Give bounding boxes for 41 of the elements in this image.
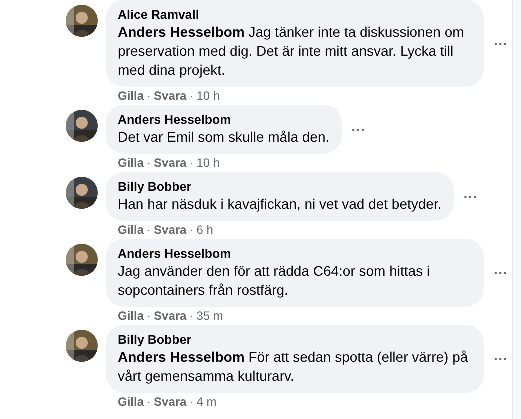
- comment-text: Han har näsduk i kavajfickan, ni vet vad det betyder.: [118, 195, 442, 214]
- reply-link[interactable]: Svara: [154, 156, 187, 171]
- reply-link[interactable]: Svara: [154, 89, 187, 104]
- more-options-button[interactable]: ···: [490, 36, 512, 52]
- separator: ·: [147, 395, 152, 410]
- separator: ·: [190, 395, 194, 410]
- separator: ·: [190, 156, 194, 171]
- reply-link[interactable]: Svara: [154, 309, 187, 324]
- more-options-button[interactable]: ···: [490, 265, 512, 281]
- more-options-button[interactable]: ···: [490, 351, 512, 367]
- separator: ·: [147, 156, 152, 171]
- comment-author[interactable]: Alice Ramvall: [118, 7, 472, 23]
- comment-author[interactable]: Billy Bobber: [118, 332, 472, 348]
- more-options-button[interactable]: ···: [460, 188, 482, 204]
- separator: ·: [190, 309, 194, 324]
- reply-link[interactable]: Svara: [154, 395, 187, 410]
- like-link[interactable]: Gilla: [118, 395, 144, 410]
- comment-author[interactable]: Anders Hesselbom: [118, 246, 472, 262]
- timestamp: 35 m: [196, 309, 224, 324]
- timestamp: 10 h: [196, 156, 220, 171]
- reply-link[interactable]: Svara: [154, 223, 187, 238]
- separator: ·: [190, 89, 194, 104]
- timestamp: 6 h: [196, 223, 214, 238]
- like-link[interactable]: Gilla: [118, 309, 144, 324]
- like-link[interactable]: Gilla: [118, 223, 144, 238]
- comment-text: Det var Emil som skulle måla den.: [118, 128, 330, 147]
- comment-text: Anders Hesselbom Jag tänker inte ta diskussionen om preservation med dig. Det är inte mitt ansvar. Lycka till med dina projekt.: [118, 23, 466, 80]
- comment-author[interactable]: Billy Bobber: [118, 179, 442, 195]
- comment-author[interactable]: Anders Hesselbom: [118, 112, 330, 128]
- separator: ·: [190, 223, 194, 238]
- more-options-button[interactable]: ···: [348, 122, 370, 138]
- separator: ·: [147, 223, 152, 238]
- comment-text: Jag använder den för att rädda C64:or som hittas i sopcontainers från rostfärg.: [118, 262, 432, 300]
- like-link[interactable]: Gilla: [118, 89, 144, 104]
- timestamp: 4 m: [196, 395, 217, 410]
- comment-text: Anders Hesselbom För att sedan spotta (eller värre) på vårt gemensamma kulturarv.: [118, 348, 470, 386]
- separator: ·: [147, 309, 152, 324]
- scrollbar-track[interactable]: [512, 0, 521, 419]
- timestamp: 10 h: [196, 89, 220, 104]
- separator: ·: [147, 89, 152, 104]
- like-link[interactable]: Gilla: [118, 156, 144, 171]
